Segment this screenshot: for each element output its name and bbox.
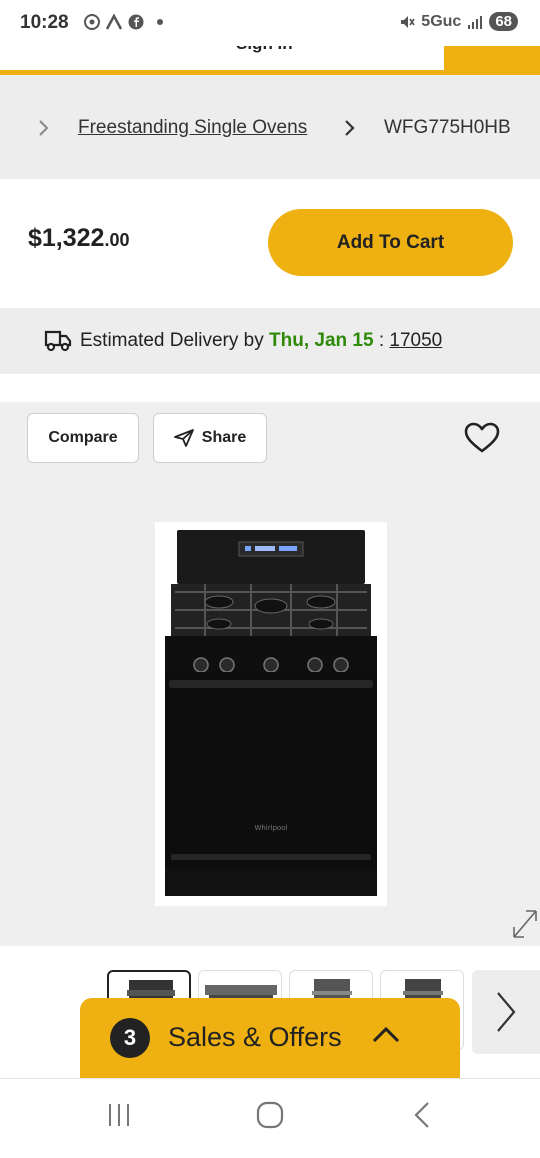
status-right: 5Guc 68 bbox=[399, 12, 518, 31]
offers-count-badge: 3 bbox=[110, 1018, 150, 1058]
system-nav-bar bbox=[0, 1078, 540, 1158]
section-spacer bbox=[0, 374, 540, 402]
sales-offers-drawer[interactable]: 3 Sales & Offers bbox=[80, 998, 460, 1078]
breadcrumb: Freestanding Single Ovens WFG775H0HB bbox=[0, 75, 540, 179]
network-label: 5Guc bbox=[421, 12, 462, 30]
delivery-prefix: Estimated Delivery by bbox=[80, 330, 264, 351]
chrome-icon bbox=[84, 14, 100, 30]
delivery-text: Estimated Delivery by Thu, Jan 15 : 1705… bbox=[80, 330, 442, 352]
heart-icon[interactable] bbox=[464, 422, 500, 454]
delivery-date: Thu, Jan 15 bbox=[269, 330, 374, 351]
chevron-right-icon bbox=[497, 992, 516, 1032]
product-price: $1,322.00 bbox=[28, 224, 130, 253]
share-label: Share bbox=[201, 429, 247, 446]
svg-text:Whirlpool: Whirlpool bbox=[254, 824, 287, 832]
share-button[interactable]: Share bbox=[153, 413, 267, 463]
signal-icon bbox=[468, 15, 483, 29]
range-oven-image: Whirlpool bbox=[165, 530, 377, 896]
share-icon bbox=[173, 429, 194, 447]
delivery-estimate: Estimated Delivery by Thu, Jan 15 : 1705… bbox=[0, 308, 540, 374]
breadcrumb-category-link[interactable]: Freestanding Single Ovens bbox=[78, 117, 307, 139]
breadcrumb-current-model: WFG775H0HB bbox=[384, 117, 511, 138]
add-to-cart-button[interactable]: Add To Cart bbox=[268, 209, 513, 276]
home-icon[interactable] bbox=[256, 1101, 284, 1129]
truck-icon bbox=[44, 330, 72, 352]
more-notifications-icon bbox=[157, 19, 163, 25]
delivery-zip-link[interactable]: 17050 bbox=[389, 330, 442, 351]
battery-badge: 68 bbox=[489, 12, 518, 31]
status-time: 10:28 bbox=[20, 12, 69, 33]
price-dollars: $1,322 bbox=[28, 224, 105, 252]
recent-apps-icon[interactable] bbox=[106, 1101, 134, 1129]
notification-icons bbox=[84, 14, 163, 30]
product-gallery: Compare Share Whirlpool bbox=[0, 402, 540, 946]
thumbnail-next-button[interactable] bbox=[472, 970, 540, 1054]
chevron-up-icon[interactable] bbox=[372, 1026, 400, 1044]
app-icon bbox=[105, 14, 123, 30]
expand-icon[interactable] bbox=[510, 907, 540, 941]
offers-label: Sales & Offers bbox=[168, 1022, 342, 1052]
chevron-right-icon bbox=[39, 120, 49, 136]
status-bar: 10:28 5Guc 68 bbox=[0, 0, 540, 46]
delivery-separator: : bbox=[378, 330, 385, 351]
compare-button[interactable]: Compare bbox=[27, 413, 139, 463]
back-icon[interactable] bbox=[412, 1101, 432, 1129]
product-image[interactable]: Whirlpool bbox=[155, 522, 387, 906]
facebook-icon bbox=[128, 14, 144, 30]
mute-icon bbox=[401, 15, 415, 28]
price-cents: .00 bbox=[104, 230, 130, 250]
price-row: $1,322.00 Add To Cart bbox=[0, 180, 540, 308]
chevron-right-icon bbox=[345, 120, 355, 136]
